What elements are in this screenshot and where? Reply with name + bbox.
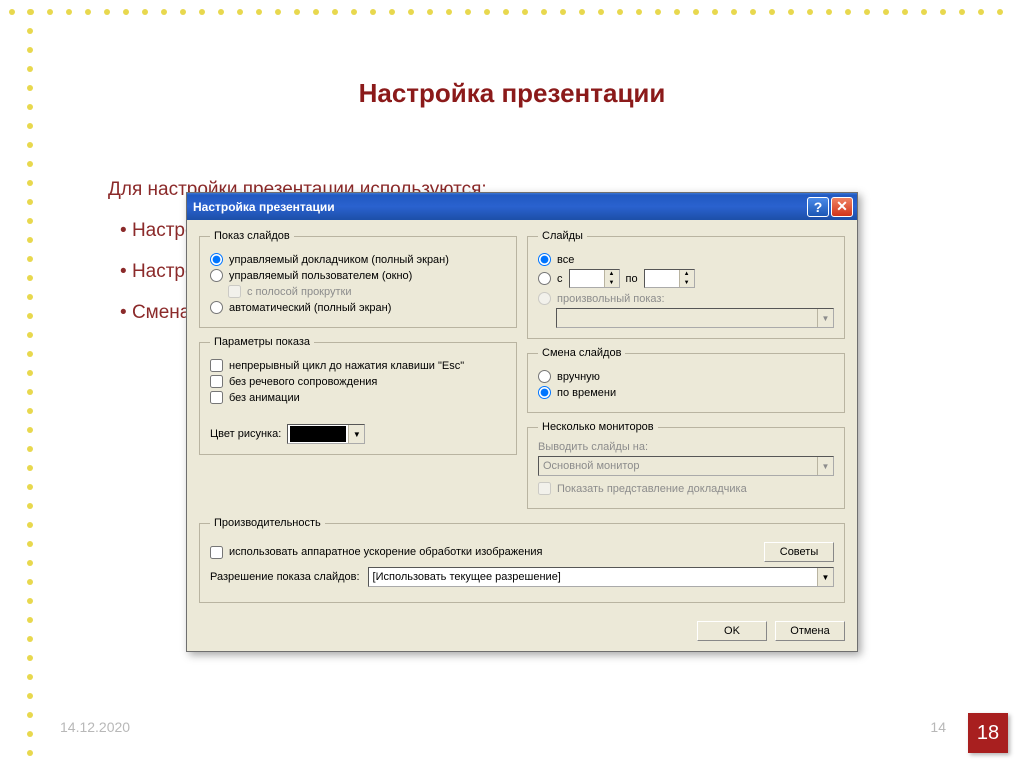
monitors-group: Несколько мониторов Выводить слайды на: … xyxy=(527,421,845,509)
close-button[interactable]: ✕ xyxy=(831,197,853,217)
resolution-combo[interactable]: [Использовать текущее разрешение] ▼ xyxy=(368,567,834,587)
hw-accel[interactable]: использовать аппаратное ускорение обрабо… xyxy=(210,546,756,559)
slides-custom-combo: ▼ xyxy=(556,308,834,328)
hw-accel-check[interactable] xyxy=(210,546,223,559)
ok-button[interactable]: OK xyxy=(697,621,767,641)
monitors-output-label: Выводить слайды на: xyxy=(538,441,834,453)
presenter-view-check xyxy=(538,482,551,495)
show-type-presenter-radio[interactable] xyxy=(210,253,223,266)
performance-group: Производительность использовать аппаратн… xyxy=(199,517,845,603)
monitors-output-combo: Основной монитор ▼ xyxy=(538,456,834,476)
pen-color-value xyxy=(290,426,346,442)
no-animation-check[interactable] xyxy=(210,391,223,404)
advance-manual-radio[interactable] xyxy=(538,370,551,383)
close-icon: ✕ xyxy=(836,198,848,215)
show-params-group: Параметры показа непрерывный цикл до наж… xyxy=(199,336,517,455)
monitors-legend: Несколько мониторов xyxy=(538,421,658,433)
slides-to-spinner[interactable]: ▲▼ xyxy=(644,269,695,288)
resolution-label: Разрешение показа слайдов: xyxy=(210,571,360,583)
decoration-dots-left xyxy=(20,2,39,762)
spin-down-icon[interactable]: ▼ xyxy=(679,279,694,288)
performance-legend: Производительность xyxy=(210,517,325,529)
pen-color-label: Цвет рисунка: xyxy=(210,428,281,440)
slides-from-spinner[interactable]: ▲▼ xyxy=(569,269,620,288)
presenter-view: Показать представление докладчика xyxy=(538,482,834,495)
pen-color-picker[interactable]: ▼ xyxy=(287,424,365,444)
chevron-down-icon: ▼ xyxy=(817,568,833,586)
advance-legend: Смена слайдов xyxy=(538,347,625,359)
dialog-titlebar[interactable]: Настройка презентации ? ✕ xyxy=(187,193,857,220)
no-narration[interactable]: без речевого сопровождения xyxy=(210,375,506,388)
slides-custom: произвольный показ: xyxy=(538,292,834,305)
slide-title: Настройка презентации xyxy=(0,78,1024,109)
show-params-legend: Параметры показа xyxy=(210,336,314,348)
settings-dialog: Настройка презентации ? ✕ Показ слайдов … xyxy=(186,192,858,652)
advance-group: Смена слайдов вручную по времени xyxy=(527,347,845,413)
show-type-scrollbar-check xyxy=(228,285,241,298)
decoration-dots-top xyxy=(2,2,1009,21)
advance-manual[interactable]: вручную xyxy=(538,370,834,383)
loop-esc-check[interactable] xyxy=(210,359,223,372)
no-animation[interactable]: без анимации xyxy=(210,391,506,404)
slides-to-input[interactable] xyxy=(645,270,679,287)
dialog-title: Настройка презентации xyxy=(193,200,805,214)
slides-group: Слайды все с ▲▼ по xyxy=(527,230,845,339)
help-icon: ? xyxy=(814,199,823,215)
show-type-auto[interactable]: автоматический (полный экран) xyxy=(210,301,506,314)
footer-date: 14.12.2020 xyxy=(60,719,130,735)
slides-legend: Слайды xyxy=(538,230,587,242)
footer-page-number: 14 xyxy=(930,719,946,735)
no-narration-check[interactable] xyxy=(210,375,223,388)
show-type-scrollbar: с полосой прокрутки xyxy=(228,285,506,298)
show-type-auto-radio[interactable] xyxy=(210,301,223,314)
show-type-legend: Показ слайдов xyxy=(210,230,294,242)
slides-custom-radio xyxy=(538,292,551,305)
slides-all-radio[interactable] xyxy=(538,253,551,266)
spin-down-icon[interactable]: ▼ xyxy=(604,279,619,288)
spin-up-icon[interactable]: ▲ xyxy=(604,270,619,279)
chevron-down-icon: ▼ xyxy=(348,425,364,443)
help-button[interactable]: ? xyxy=(807,197,829,217)
loop-esc[interactable]: непрерывный цикл до нажатия клавиши "Esc… xyxy=(210,359,506,372)
show-type-presenter[interactable]: управляемый докладчиком (полный экран) xyxy=(210,253,506,266)
chevron-down-icon: ▼ xyxy=(817,457,833,475)
slides-range[interactable]: с ▲▼ по ▲▼ xyxy=(538,269,834,288)
tips-button[interactable]: Советы xyxy=(764,542,834,562)
slides-range-radio[interactable] xyxy=(538,272,551,285)
slides-from-input[interactable] xyxy=(570,270,604,287)
advance-timed-radio[interactable] xyxy=(538,386,551,399)
spin-up-icon[interactable]: ▲ xyxy=(679,270,694,279)
show-type-group: Показ слайдов управляемый докладчиком (п… xyxy=(199,230,517,328)
slides-all[interactable]: все xyxy=(538,253,834,266)
show-type-user[interactable]: управляемый пользователем (окно) xyxy=(210,269,506,282)
cancel-button[interactable]: Отмена xyxy=(775,621,845,641)
chevron-down-icon: ▼ xyxy=(817,309,833,327)
advance-timed[interactable]: по времени xyxy=(538,386,834,399)
footer-badge: 18 xyxy=(968,713,1008,753)
show-type-user-radio[interactable] xyxy=(210,269,223,282)
